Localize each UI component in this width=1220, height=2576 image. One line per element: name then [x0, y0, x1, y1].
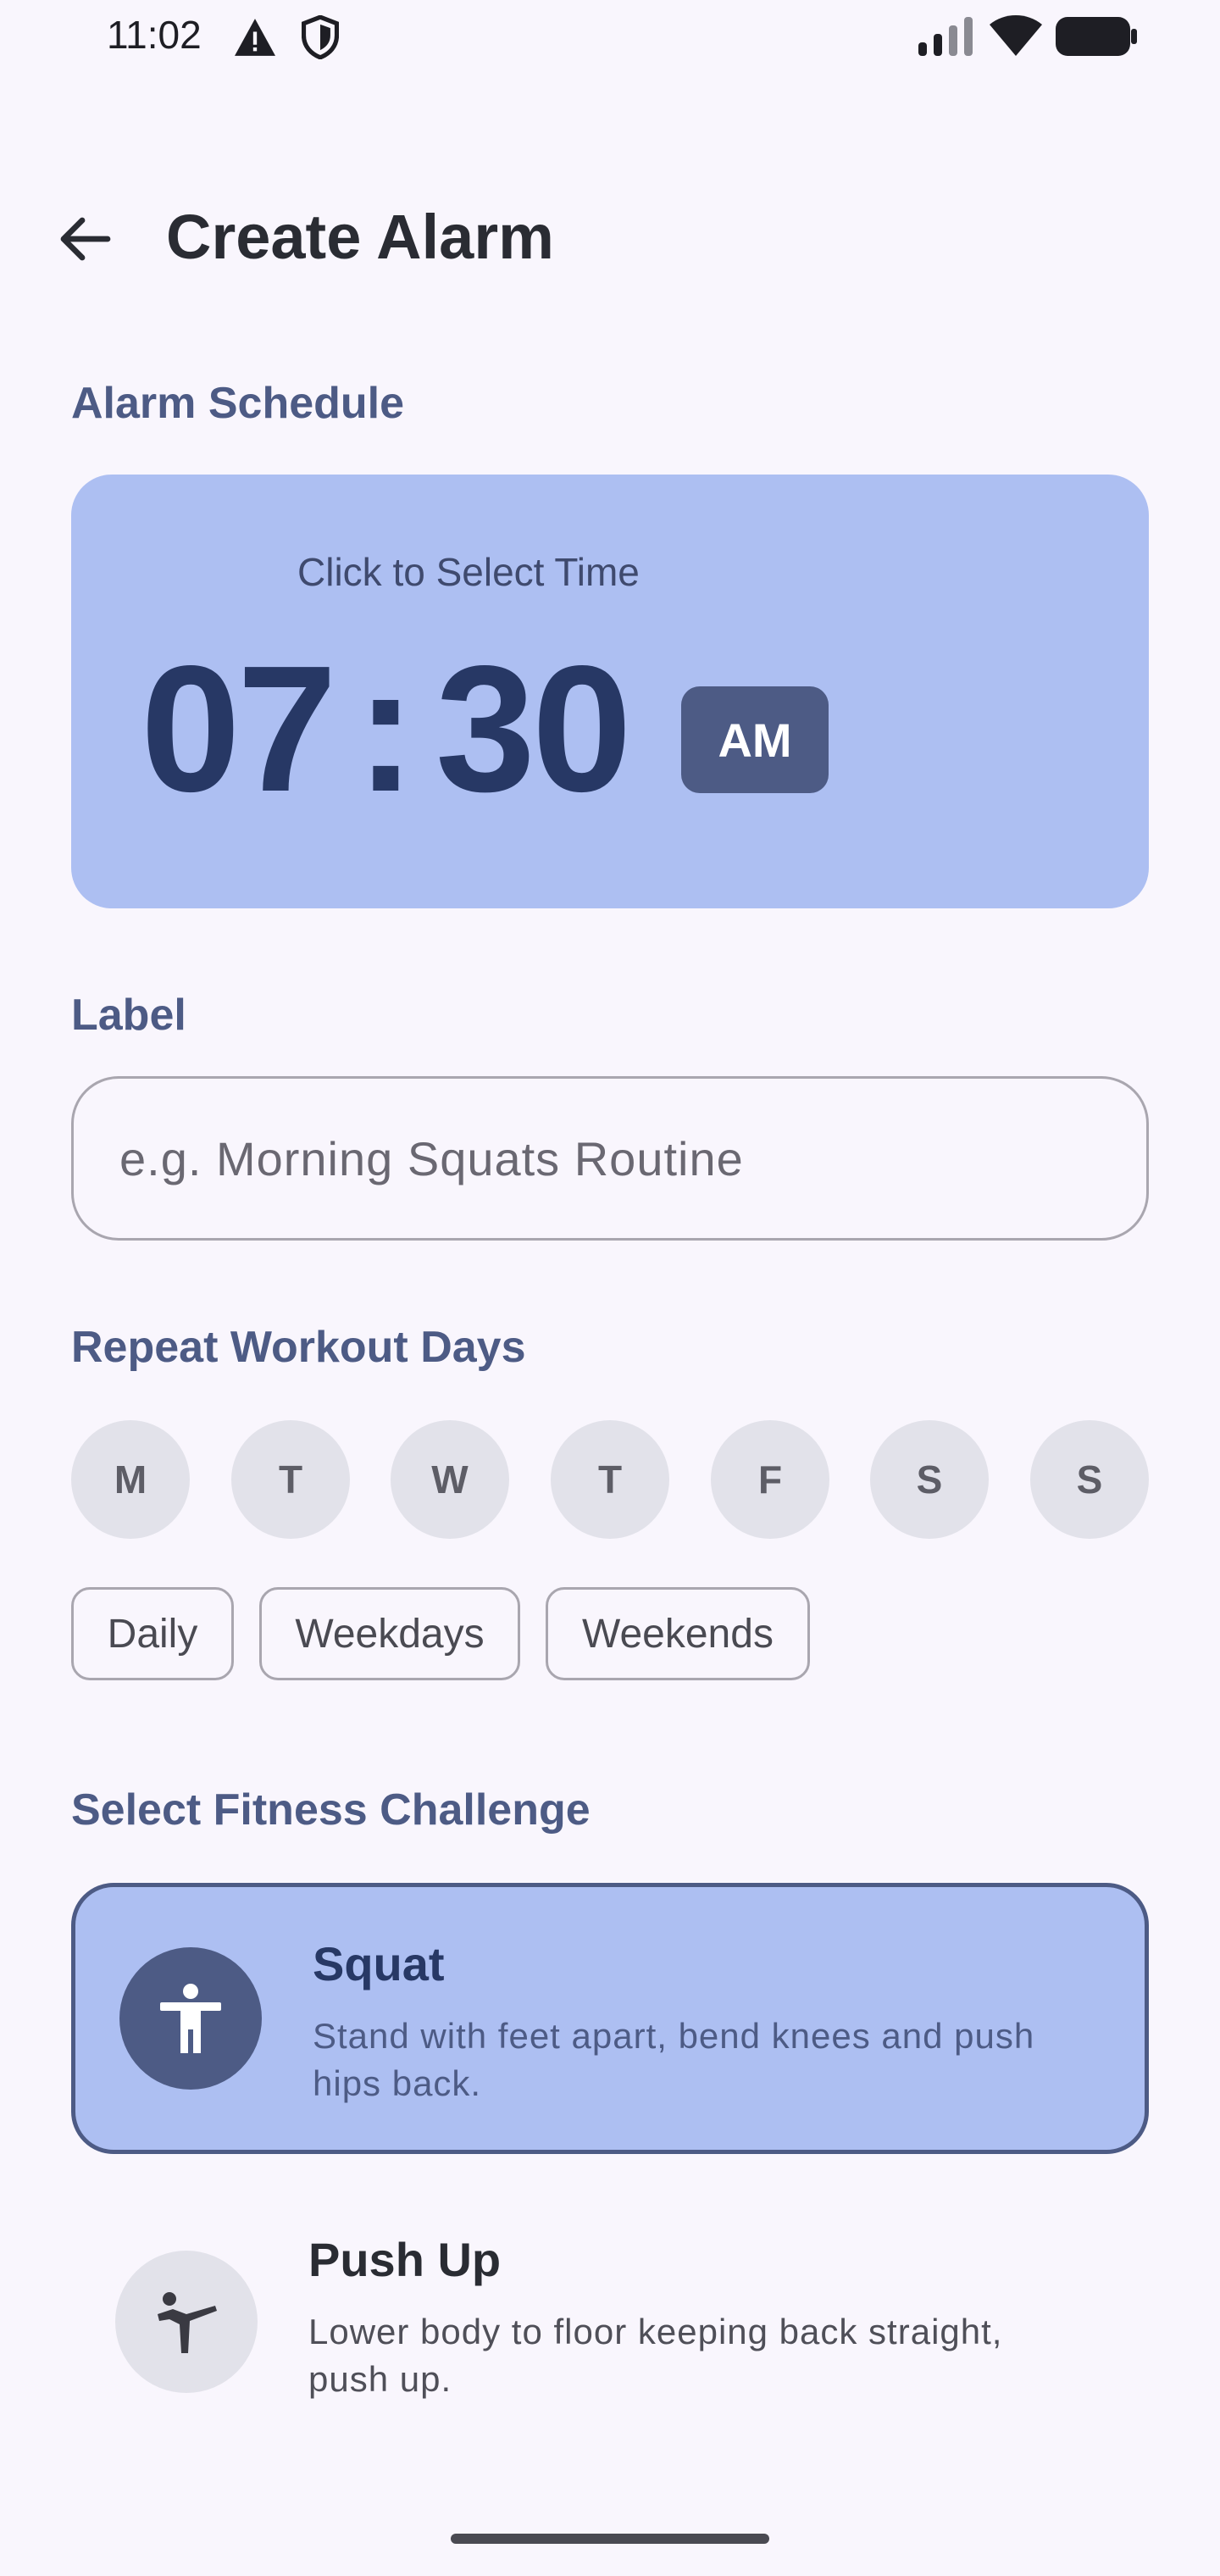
preset-weekends-button[interactable]: Weekends: [546, 1587, 810, 1680]
preset-weekdays-button[interactable]: Weekdays: [259, 1587, 520, 1680]
accessibility-person-icon: [160, 1984, 221, 2053]
time-hours[interactable]: 07: [141, 636, 337, 822]
page-title: Create Alarm: [166, 202, 554, 272]
time-picker-card[interactable]: Click to Select Time 07 : 30 AM: [71, 475, 1149, 908]
arrow-left-icon: [60, 217, 111, 261]
back-button[interactable]: [49, 203, 120, 275]
challenge-option-squat[interactable]: Squat Stand with feet apart, bend knees …: [71, 1883, 1149, 2154]
repeat-section-title: Repeat Workout Days: [71, 1323, 526, 1372]
challenge-section-title: Select Fitness Challenge: [71, 1785, 591, 1835]
challenge-name: Push Up: [308, 2233, 502, 2286]
warning-icon: [235, 19, 275, 56]
time-separator: :: [356, 628, 416, 829]
label-section-title: Label: [71, 991, 186, 1040]
shield-icon: [302, 15, 339, 59]
challenge-description: Stand with feet apart, bend knees and pu…: [313, 2016, 1035, 2103]
wifi-icon: [990, 15, 1042, 56]
status-time: 11:02: [107, 13, 202, 57]
day-chip-saturday[interactable]: S: [870, 1420, 989, 1539]
day-chip-sunday[interactable]: S: [1030, 1420, 1149, 1539]
challenge-option-push-up[interactable]: Push Up Lower body to floor keeping back…: [71, 2188, 1149, 2459]
label-input[interactable]: [71, 1076, 1149, 1241]
challenge-icon-badge: [119, 1947, 262, 2090]
time-minutes[interactable]: 30: [435, 636, 632, 822]
preset-daily-button[interactable]: Daily: [71, 1587, 234, 1680]
battery-icon: [1056, 17, 1137, 56]
signal-icon: [918, 17, 973, 56]
status-bar: 11:02: [0, 0, 1220, 73]
day-chip-wednesday[interactable]: W: [391, 1420, 509, 1539]
schedule-section-title: Alarm Schedule: [71, 379, 405, 428]
day-chip-tuesday[interactable]: T: [231, 1420, 350, 1539]
day-chip-thursday[interactable]: T: [551, 1420, 669, 1539]
martial-arts-kick-icon: [158, 2292, 217, 2353]
days-row: M T W T F S S: [71, 1420, 1149, 1539]
challenge-name: Squat: [313, 1937, 445, 1990]
am-pm-toggle[interactable]: AM: [681, 686, 829, 793]
challenge-description: Lower body to floor keeping back straigh…: [308, 2312, 1003, 2399]
day-chip-friday[interactable]: F: [711, 1420, 829, 1539]
home-indicator[interactable]: [451, 2534, 769, 2544]
time-hint: Click to Select Time: [297, 550, 640, 594]
challenge-icon-badge: [115, 2251, 258, 2393]
day-chip-monday[interactable]: M: [71, 1420, 190, 1539]
